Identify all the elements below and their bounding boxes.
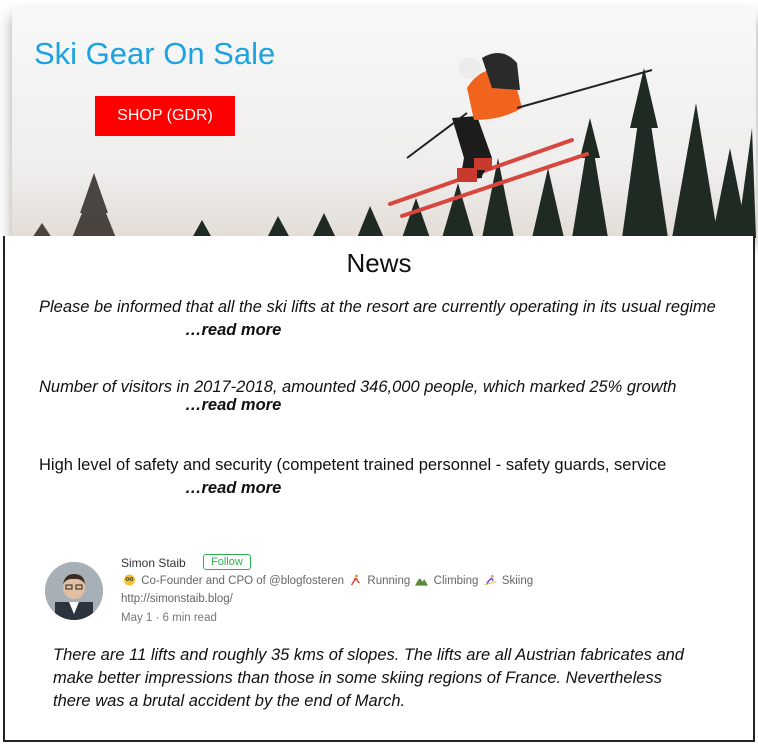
- read-more-link[interactable]: …read more: [185, 479, 281, 498]
- skier-icon: [484, 574, 496, 586]
- author-name[interactable]: Simon Staib: [121, 556, 186, 570]
- runner-icon: [351, 574, 361, 586]
- shop-button[interactable]: SHOP (GDR): [95, 96, 235, 136]
- bio-prefix: Co-Founder and CPO of @blogfosteren: [141, 575, 345, 587]
- bio-climbing: Climbing: [433, 575, 479, 587]
- news-item-text: High level of safety and security (compe…: [39, 456, 667, 474]
- page: Ski Gear On Sale SHOP (GDR) News Please …: [0, 0, 758, 744]
- hero-banner: Ski Gear On Sale SHOP (GDR): [12, 8, 756, 238]
- read-more-link[interactable]: …read more: [185, 321, 281, 340]
- read-more-link[interactable]: …read more: [185, 396, 281, 415]
- news-panel: News Please be informed that all the ski…: [3, 236, 755, 742]
- bio-running: Running: [367, 575, 411, 587]
- news-item: Please be informed that all the ski lift…: [39, 296, 729, 318]
- news-item-text: Number of visitors in 2017-2018, amounte…: [39, 378, 677, 396]
- news-heading: News: [346, 248, 412, 278]
- avatar-photo-icon: [45, 562, 103, 620]
- author-bio: Co-Founder and CPO of @blogfosteren Runn…: [121, 574, 533, 587]
- author-card: Simon Staib Follow Co-Founder and CPO of…: [45, 554, 645, 636]
- follow-button[interactable]: Follow: [203, 554, 251, 570]
- bio-skiing: Skiing: [501, 575, 534, 587]
- story-text: There are 11 lifts and roughly 35 kms of…: [53, 646, 684, 710]
- hero-title: Ski Gear On Sale: [34, 36, 276, 71]
- avatar[interactable]: [45, 562, 103, 620]
- mountain-icon: [415, 577, 429, 586]
- news-item: Number of visitors in 2017-2018, amounte…: [39, 376, 729, 398]
- news-item-text: Please be informed that all the ski lift…: [39, 298, 716, 316]
- post-meta: May 1 · 6 min read: [121, 612, 217, 624]
- nerd-face-icon: [124, 574, 135, 586]
- author-url-link[interactable]: http://simonstaib.blog/: [121, 593, 233, 605]
- news-item: High level of safety and security (compe…: [39, 454, 729, 476]
